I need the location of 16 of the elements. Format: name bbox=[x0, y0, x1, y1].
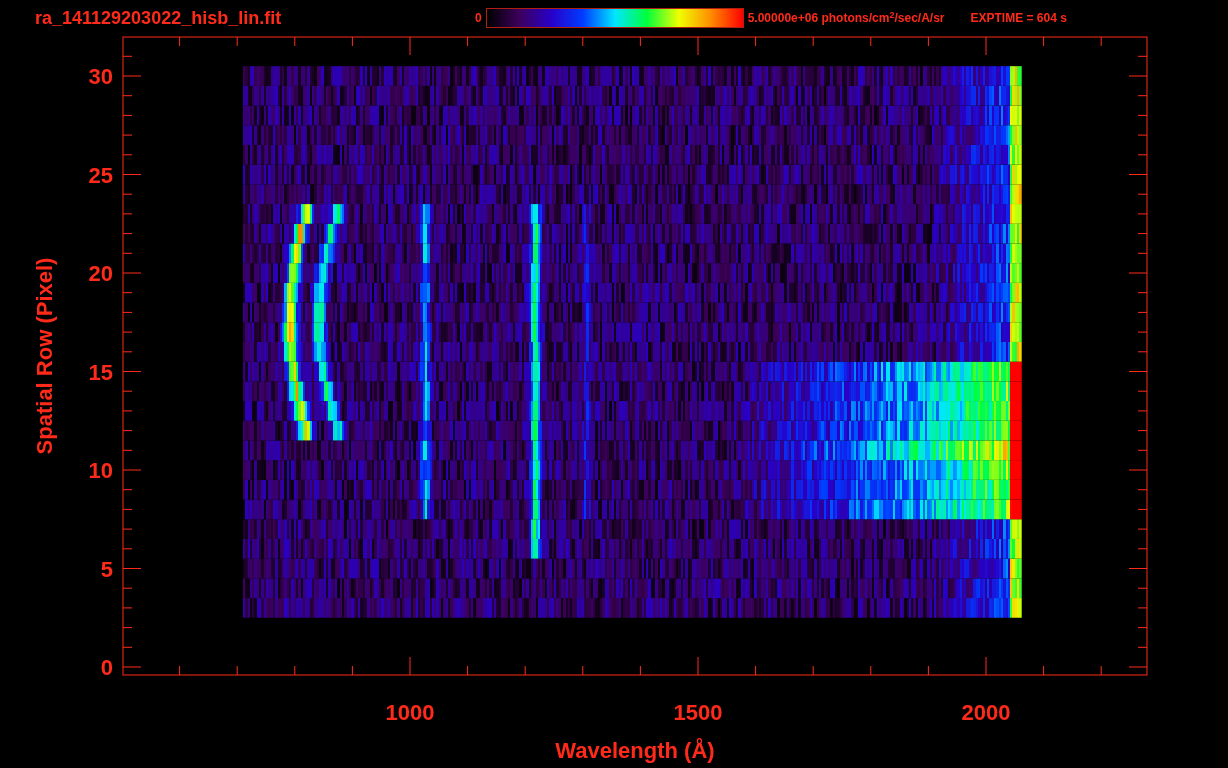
colorbar-min-label: 0 bbox=[475, 10, 482, 27]
exposure-time: EXPTIME = 604 s bbox=[970, 10, 1067, 27]
colorbar-max-label: 5.00000e+06 photons/cm$^{2}$/sec/A/sr bbox=[747, 9, 945, 27]
y-tick-label: 25 bbox=[88, 162, 113, 188]
x-axis-title: Wavelength (Å) bbox=[555, 738, 715, 763]
y-tick-label: 30 bbox=[88, 64, 113, 89]
y-tick-label: 10 bbox=[88, 458, 113, 483]
file-name: ra_141129203022_hisb_lin.fit bbox=[35, 9, 283, 27]
y-axis-title: Spatial Row (Pixel) bbox=[32, 257, 57, 455]
y-tick-label: 20 bbox=[88, 261, 113, 286]
x-tick-label: 1000 bbox=[385, 700, 435, 725]
x-tick-label: 1500 bbox=[673, 700, 723, 725]
x-tick-label: 2000 bbox=[961, 700, 1011, 725]
y-tick-label: 0 bbox=[100, 655, 113, 680]
y-tick-label: 5 bbox=[100, 556, 113, 582]
y-tick-label: 15 bbox=[88, 359, 113, 385]
